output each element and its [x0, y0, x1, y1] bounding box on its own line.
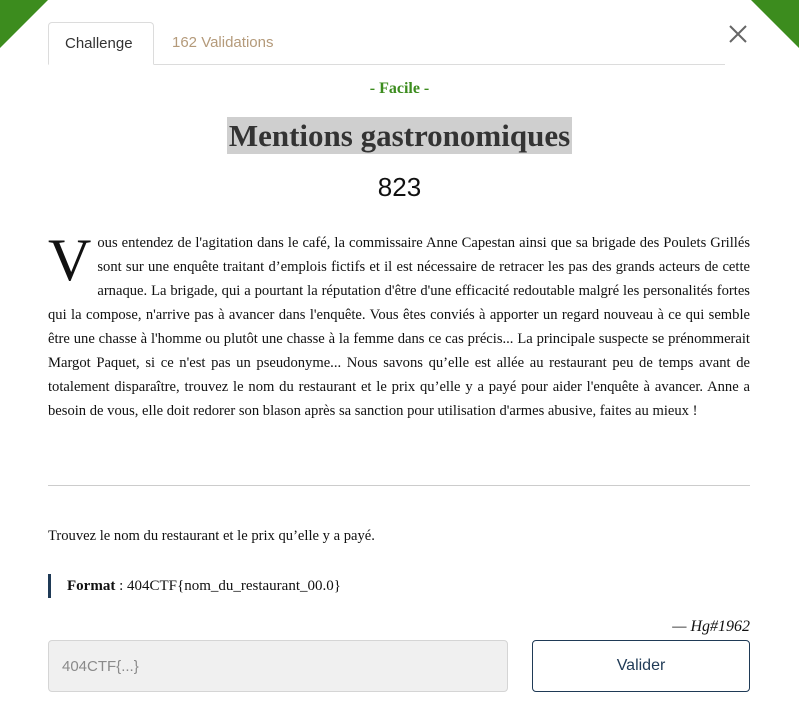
- author-signature: — Hg#1962: [672, 618, 750, 635]
- corner-decoration-left: [0, 0, 48, 48]
- close-icon: [729, 25, 747, 43]
- challenge-title: Mentions gastronomiques: [226, 117, 573, 154]
- tab-challenge[interactable]: Challenge: [48, 22, 154, 65]
- flag-input[interactable]: [48, 640, 508, 692]
- description-dropcap: V: [48, 227, 92, 293]
- task-text: Trouvez le nom du restaurant et le prix …: [48, 528, 375, 544]
- tab-validations[interactable]: 162 Validations: [156, 22, 289, 63]
- challenge-points: 823: [377, 172, 422, 202]
- difficulty-label: - Facile -: [369, 80, 430, 97]
- format-block: Format : 404CTF{nom_du_restaurant_00.0}: [48, 574, 341, 598]
- format-label: Format: [67, 578, 116, 594]
- title-wrapper: Mentions gastronomiques: [0, 117, 799, 154]
- submit-button[interactable]: Valider: [532, 640, 750, 692]
- challenge-description: Vous entendez de l'agitation dans le caf…: [48, 227, 750, 423]
- description-text: ous entendez de l'agitation dans le café…: [48, 235, 750, 419]
- close-button[interactable]: [726, 22, 750, 46]
- corner-decoration-right: [751, 0, 799, 48]
- tab-bar: Challenge 162 Validations: [48, 22, 725, 65]
- format-value: : 404CTF{nom_du_restaurant_00.0}: [115, 578, 341, 594]
- section-divider: [48, 485, 750, 486]
